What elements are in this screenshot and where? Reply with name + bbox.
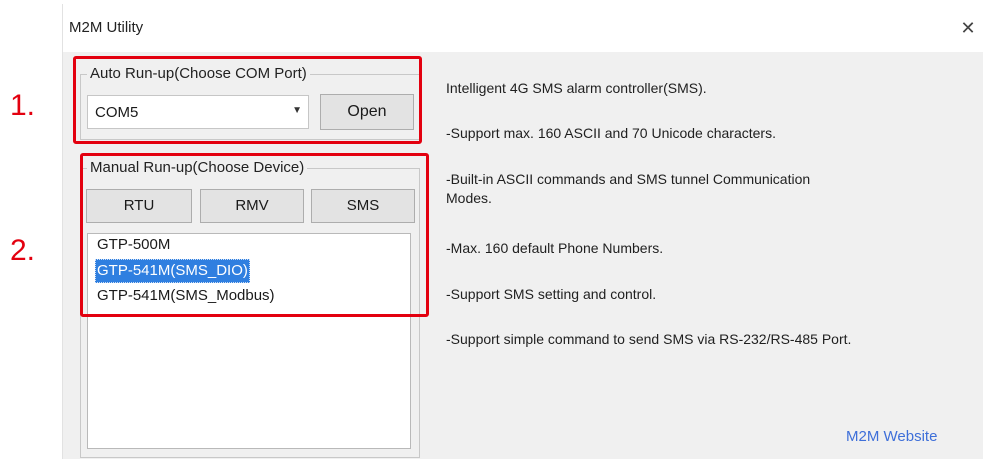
m2m-website-link[interactable]: M2M Website: [846, 428, 937, 445]
window-title: M2M Utility: [69, 19, 144, 36]
annotation-step-2-label: 2.: [10, 234, 36, 267]
screenshot-stage: M2M Utility ✕ Auto Run-up(Choose COM Por…: [0, 0, 983, 459]
description-line: Intelligent 4G SMS alarm controller(SMS)…: [446, 80, 707, 96]
description-line: Modes.: [446, 190, 492, 206]
annotation-box-step-1: [73, 56, 422, 144]
annotation-step-1-label: 1.: [10, 89, 36, 122]
close-icon[interactable]: ✕: [954, 14, 982, 42]
description-line: -Max. 160 default Phone Numbers.: [446, 240, 664, 256]
description-line: -Built-in ASCII commands and SMS tunnel …: [446, 171, 811, 187]
description-line: -Support max. 160 ASCII and 70 Unicode c…: [446, 125, 776, 141]
description-line-multi: -Built-in ASCII commands and SMS tunnel …: [446, 171, 810, 206]
description-line: -Support SMS setting and control.: [446, 286, 657, 302]
title-bar: M2M Utility ✕: [63, 4, 983, 52]
annotation-box-step-2: [80, 153, 429, 317]
description-line: -Support simple command to send SMS via …: [446, 331, 852, 347]
